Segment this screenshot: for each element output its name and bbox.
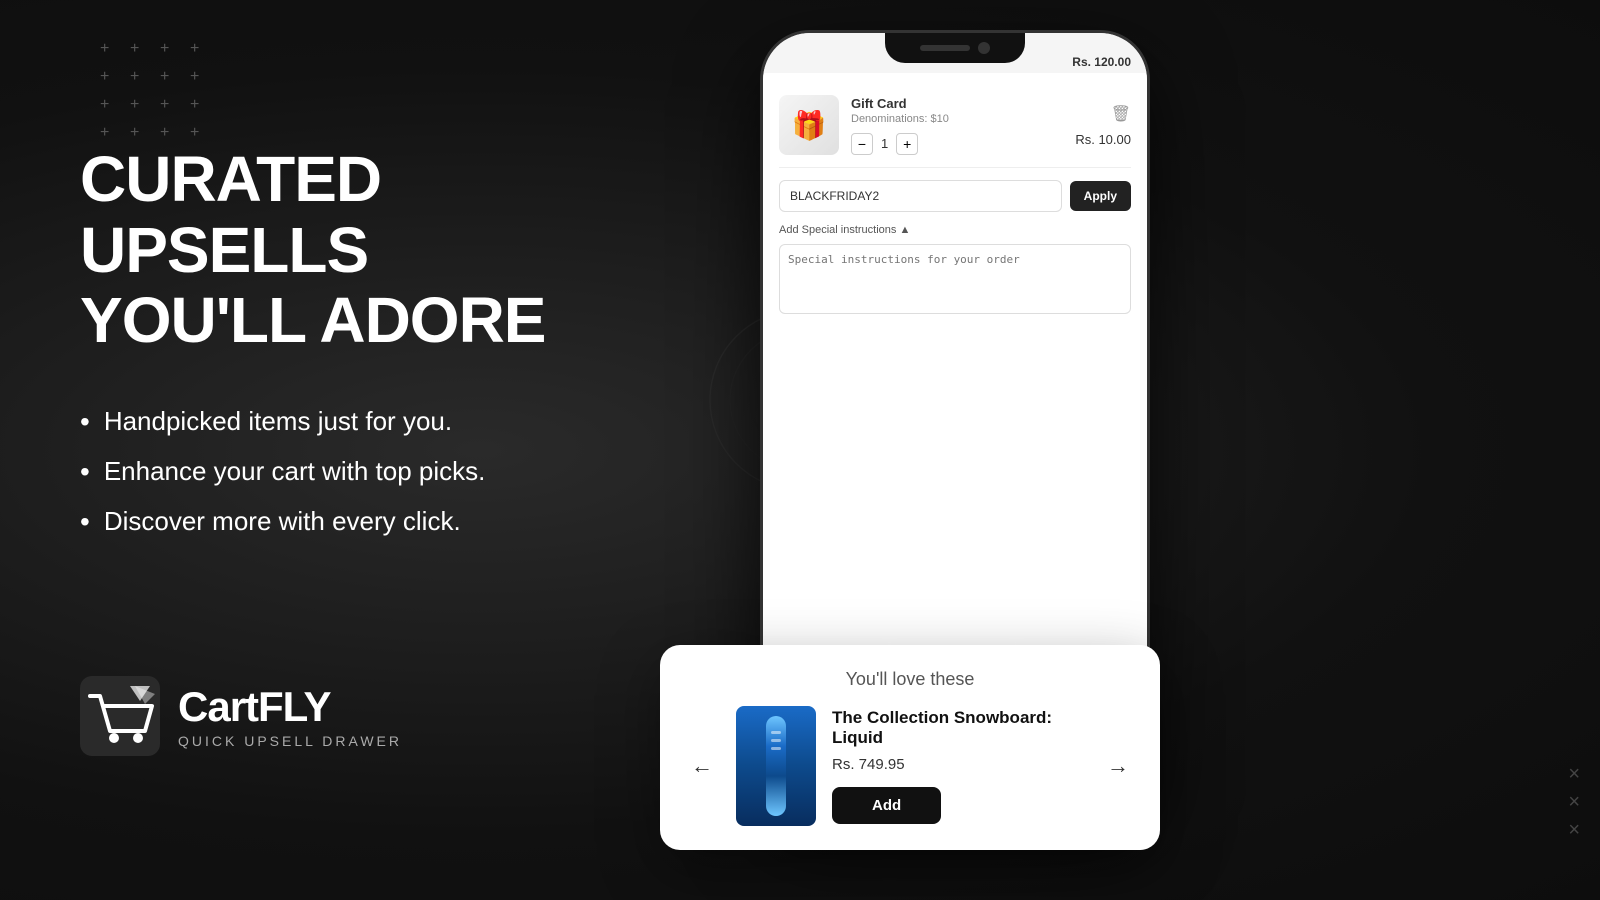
right-panel: Rs. 120.00 🎁 Gift Card Denominations: $1…: [640, 0, 1600, 900]
product-details: The Collection Snowboard: Liquid Rs. 749…: [832, 708, 1084, 825]
qty-increase-button[interactable]: +: [896, 133, 918, 155]
x-mark-3: ×: [1568, 820, 1580, 840]
feature-list: Handpicked items just for you. Enhance y…: [80, 406, 600, 556]
cart-item-denomination: Denominations: $10: [851, 113, 1063, 125]
cart-item-title: Gift Card: [851, 96, 1063, 111]
logo-text: CartFLY QUICK UPSELL DRAWER: [178, 683, 402, 749]
x-mark-2: ×: [1568, 792, 1580, 812]
cart-item-gift-card: 🎁 Gift Card Denominations: $10 − 1 + 🗑: [779, 83, 1131, 168]
upsell-title: You'll love these: [684, 669, 1136, 690]
phone-speaker: [920, 45, 970, 51]
product-name: The Collection Snowboard: Liquid: [832, 708, 1084, 749]
status-price: Rs. 120.00: [1072, 55, 1131, 69]
quantity-controls: − 1 +: [851, 133, 1063, 155]
logo: CartFLY QUICK UPSELL DRAWER: [80, 676, 600, 756]
special-instructions-toggle[interactable]: Add Special instructions ▲: [779, 224, 1131, 236]
add-to-cart-button[interactable]: Add: [832, 787, 941, 824]
phone-camera: [978, 42, 990, 54]
product-price: Rs. 749.95: [832, 756, 1084, 773]
coupon-input[interactable]: [779, 180, 1062, 212]
bullet-item-1: Handpicked items just for you.: [80, 406, 600, 438]
phone-notch: [885, 33, 1025, 63]
cartfly-logo-icon: [80, 676, 160, 756]
cart-item-price: Rs. 10.00: [1075, 132, 1131, 147]
x-mark-1: ×: [1568, 764, 1580, 784]
logo-name: CartFLY: [178, 683, 402, 731]
left-panel: CURATED UPSELLS YOU'LL ADORE Handpicked …: [0, 0, 680, 900]
coupon-row: Apply: [779, 180, 1131, 212]
product-image: [736, 706, 816, 826]
logo-subtitle: QUICK UPSELL DRAWER: [178, 733, 402, 749]
qty-value: 1: [881, 136, 888, 151]
upsell-product-row: ←: [684, 706, 1136, 826]
prev-product-button[interactable]: ←: [684, 748, 720, 784]
apply-button[interactable]: Apply: [1070, 181, 1131, 211]
qty-decrease-button[interactable]: −: [851, 133, 873, 155]
cart-item-info: Gift Card Denominations: $10 − 1 +: [851, 96, 1063, 155]
bullet-item-2: Enhance your cart with top picks.: [80, 456, 600, 488]
special-instructions-textarea[interactable]: [779, 244, 1131, 314]
upsell-card: You'll love these ←: [660, 645, 1160, 850]
x-marks: × × ×: [1568, 764, 1580, 840]
delete-icon[interactable]: 🗑: [1111, 104, 1131, 124]
bullet-item-3: Discover more with every click.: [80, 506, 600, 538]
next-product-button[interactable]: →: [1100, 748, 1136, 784]
headline: CURATED UPSELLS YOU'LL ADORE: [80, 144, 600, 355]
gift-card-image: 🎁: [779, 95, 839, 155]
